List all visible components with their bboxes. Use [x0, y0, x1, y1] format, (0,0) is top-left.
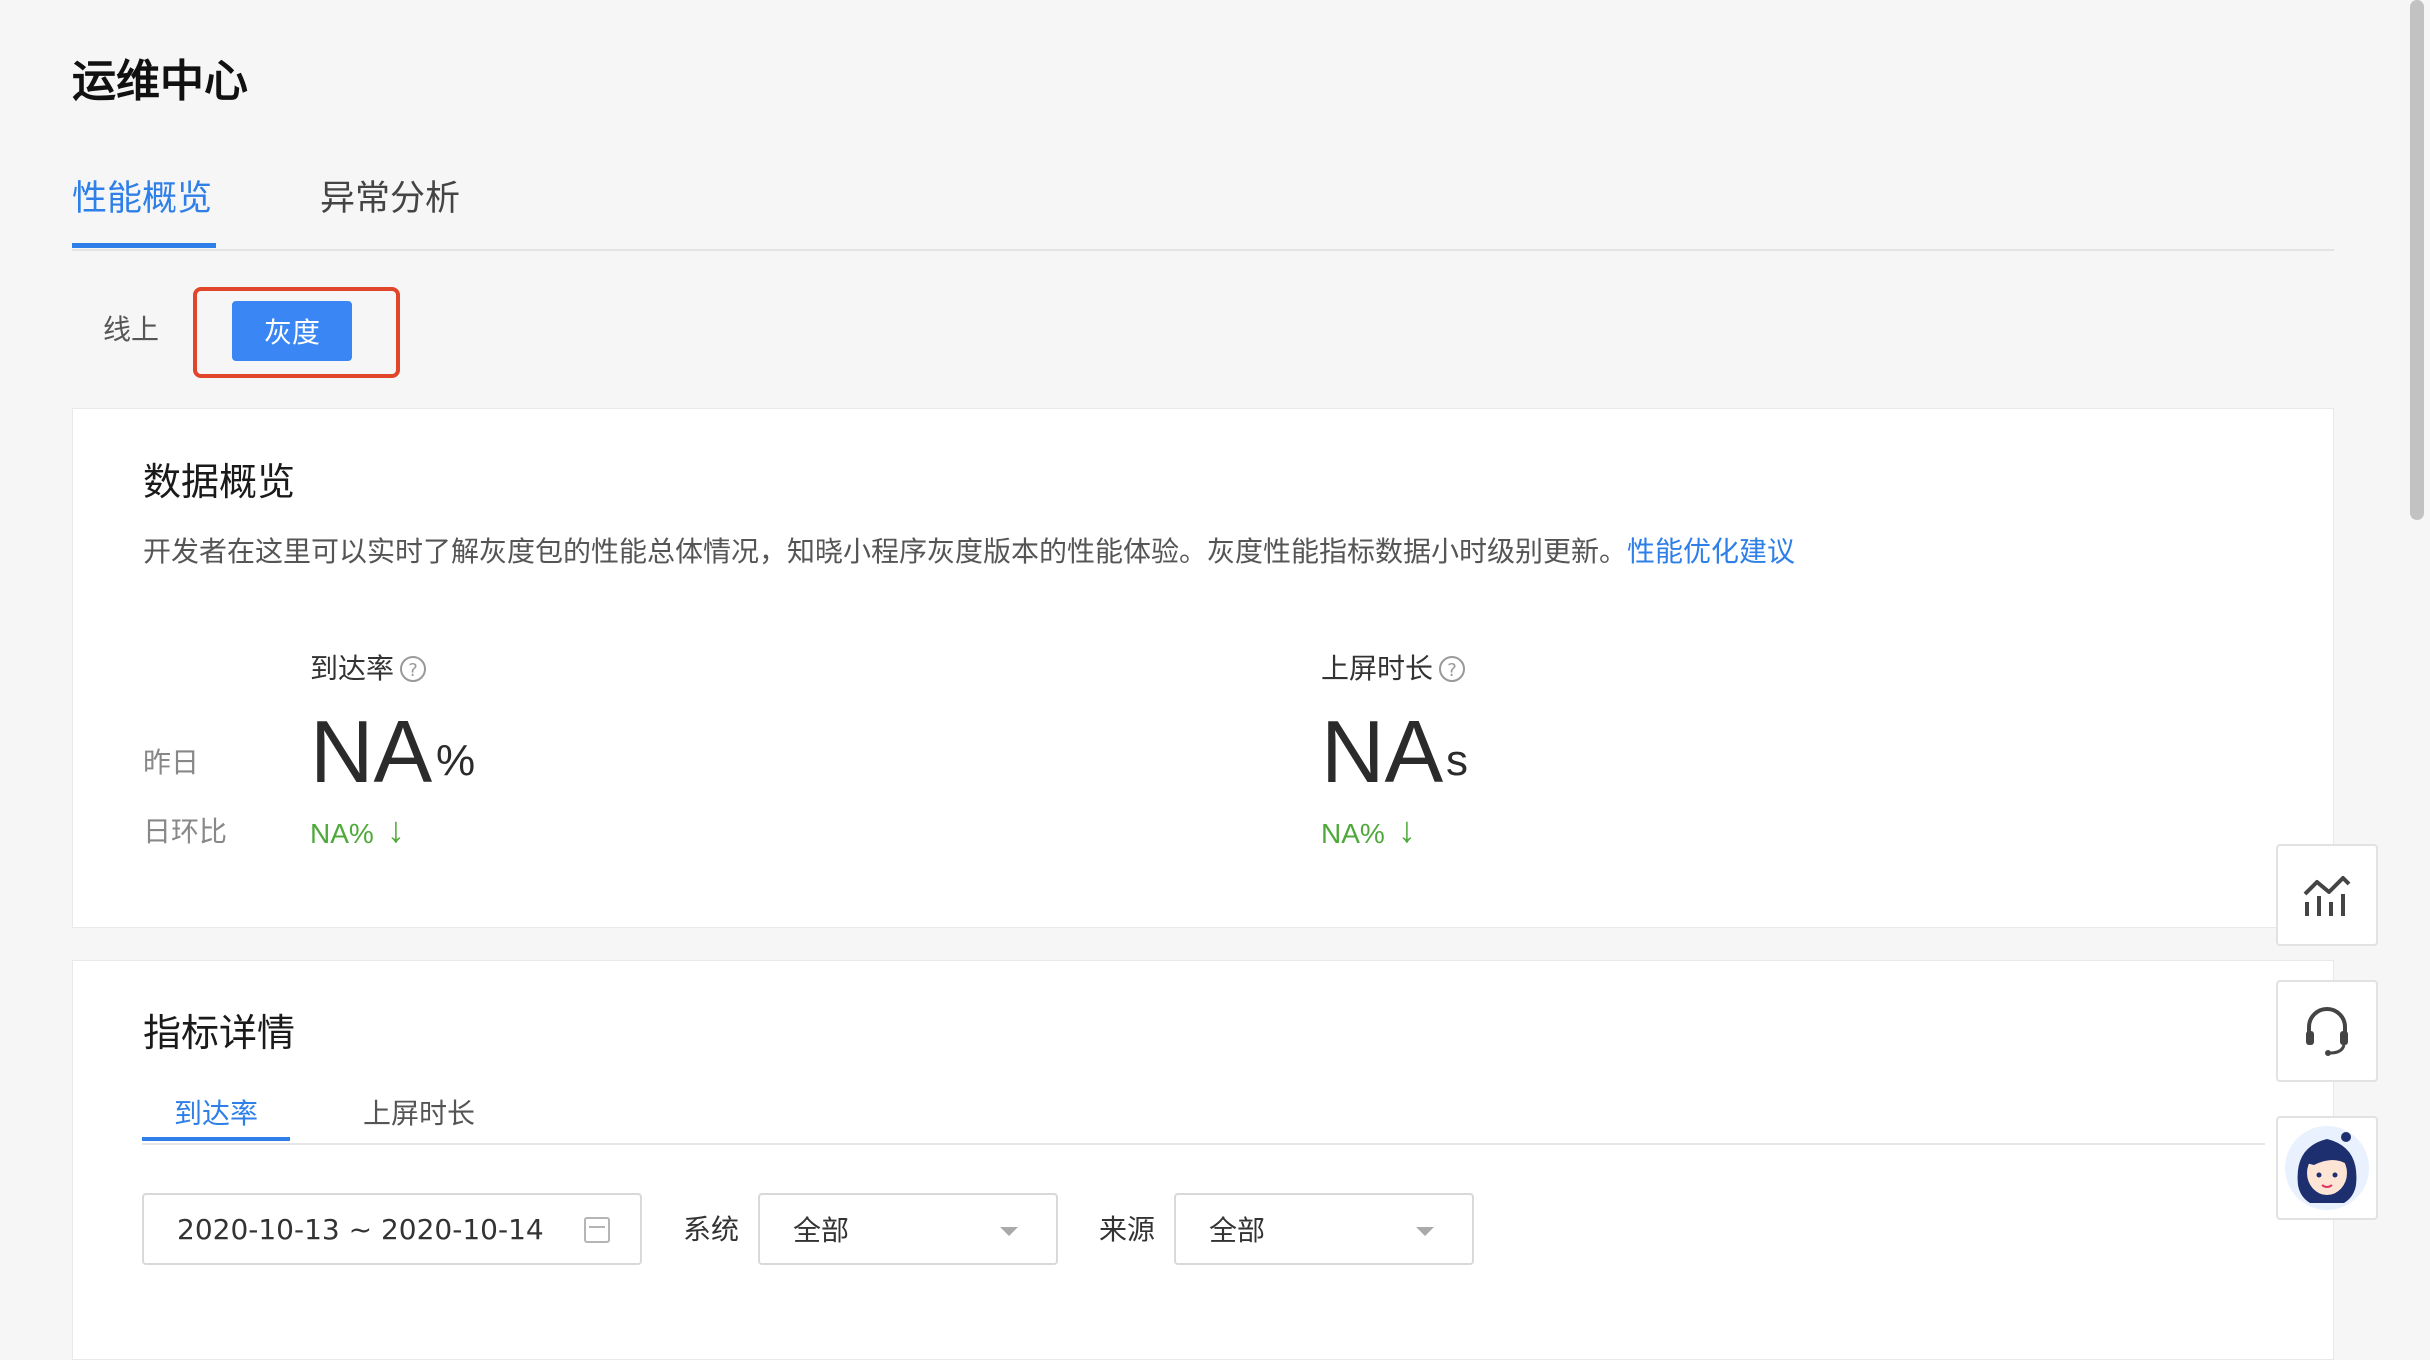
env-online-option[interactable]: 线上 — [103, 316, 159, 344]
subtab-divider — [142, 1143, 2265, 1145]
subtab-active-indicator — [142, 1137, 290, 1141]
chevron-down-icon — [1416, 1227, 1434, 1236]
metric-screen-time: 上屏时长 ? — [1321, 652, 1466, 685]
system-select-value: 全部 — [793, 1214, 850, 1247]
arrow-down-icon: ↓ — [1398, 809, 1416, 850]
avatar — [2285, 1126, 2369, 1210]
metric-label: 到达率 — [310, 652, 395, 685]
screen-time-value: NA — [1321, 702, 1444, 801]
yesterday-label: 昨日 — [143, 746, 200, 779]
source-select-value: 全部 — [1209, 1214, 1266, 1247]
chart-icon — [2303, 876, 2351, 916]
overview-title: 数据概览 — [143, 460, 296, 504]
arrow-down-icon: ↓ — [387, 809, 405, 850]
overview-description-text: 开发者在这里可以实时了解灰度包的性能总体情况，知晓小程序灰度版本的性能体验。灰度… — [143, 535, 1628, 568]
calendar-icon — [584, 1217, 610, 1243]
headset-icon — [2306, 1007, 2348, 1056]
help-icon[interactable]: ? — [400, 656, 427, 682]
float-chart-button[interactable] — [2276, 844, 2378, 946]
details-title: 指标详情 — [143, 1011, 296, 1055]
overview-description: 开发者在这里可以实时了解灰度包的性能总体情况，知晓小程序灰度版本的性能体验。灰度… — [143, 538, 1795, 566]
arrival-rate-change: NA% — [310, 818, 374, 849]
arrival-rate-value: NA — [310, 702, 433, 801]
optimization-advice-link[interactable]: 性能优化建议 — [1627, 535, 1795, 568]
float-assistant-button[interactable] — [2276, 1116, 2378, 1220]
scrollbar-thumb[interactable] — [2410, 0, 2424, 520]
screen-time-unit: s — [1446, 736, 1468, 785]
source-select[interactable]: 全部 — [1174, 1193, 1474, 1265]
day-over-day-label: 日环比 — [143, 815, 228, 848]
source-filter-label: 来源 — [1099, 1213, 1156, 1246]
tab-active-indicator — [72, 243, 216, 248]
tab-performance-overview[interactable]: 性能概览 — [72, 182, 212, 217]
screen-time-change: NA% — [1321, 818, 1385, 849]
metric-arrival-rate: 到达率 ? — [310, 652, 427, 685]
arrival-rate-unit: % — [436, 736, 476, 785]
subtab-arrival-rate[interactable]: 到达率 — [174, 1100, 258, 1128]
env-gray-button[interactable]: 灰度 — [232, 301, 352, 361]
page-title: 运维中心 — [72, 56, 248, 107]
help-icon[interactable]: ? — [1439, 656, 1466, 682]
float-support-button[interactable] — [2276, 980, 2378, 1082]
system-filter-label: 系统 — [683, 1213, 740, 1246]
system-select[interactable]: 全部 — [758, 1193, 1058, 1265]
chevron-down-icon — [1000, 1227, 1018, 1236]
metric-label: 上屏时长 — [1321, 652, 1434, 685]
subtab-screen-time[interactable]: 上屏时长 — [363, 1100, 475, 1128]
date-range-picker[interactable]: 2020-10-13 ~ 2020-10-14 — [142, 1193, 642, 1265]
tabs-divider — [72, 249, 2334, 251]
date-range-value: 2020-10-13 ~ 2020-10-14 — [177, 1212, 544, 1246]
metric-details-card — [72, 960, 2334, 1360]
tab-exception-analysis[interactable]: 异常分析 — [320, 182, 460, 217]
